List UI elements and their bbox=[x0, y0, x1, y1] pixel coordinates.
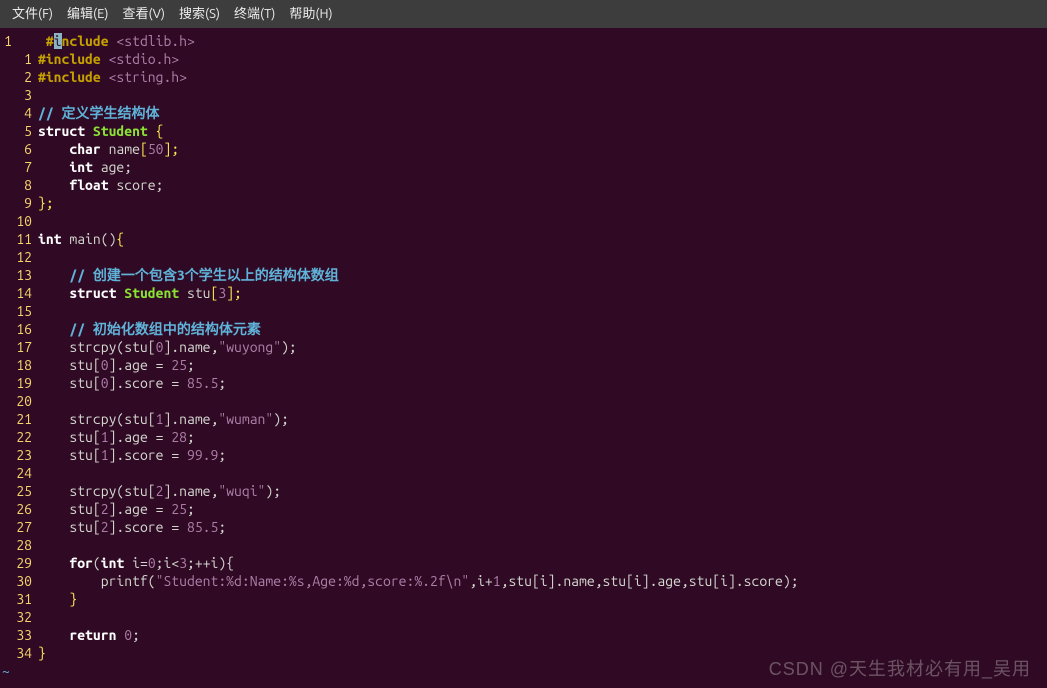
menu-terminal[interactable]: 终端(T) bbox=[228, 3, 281, 25]
rel-line-number bbox=[14, 32, 38, 50]
menu-search[interactable]: 搜索(S) bbox=[173, 3, 226, 25]
code-editor[interactable]: 1 #include <stdlib.h> 1#include <stdio.h… bbox=[0, 28, 1047, 680]
end-of-buffer: ~ bbox=[0, 662, 10, 680]
menu-edit[interactable]: 编辑(E) bbox=[61, 3, 114, 25]
menu-file[interactable]: 文件(F) bbox=[6, 3, 59, 25]
code-line: #include <stdlib.h> bbox=[38, 32, 1047, 50]
menu-view[interactable]: 查看(V) bbox=[117, 3, 171, 25]
line-number: 1 bbox=[0, 32, 14, 50]
menubar: 文件(F) 编辑(E) 查看(V) 搜索(S) 终端(T) 帮助(H) bbox=[0, 0, 1047, 28]
cursor: i bbox=[54, 33, 62, 49]
menu-help[interactable]: 帮助(H) bbox=[283, 3, 338, 25]
